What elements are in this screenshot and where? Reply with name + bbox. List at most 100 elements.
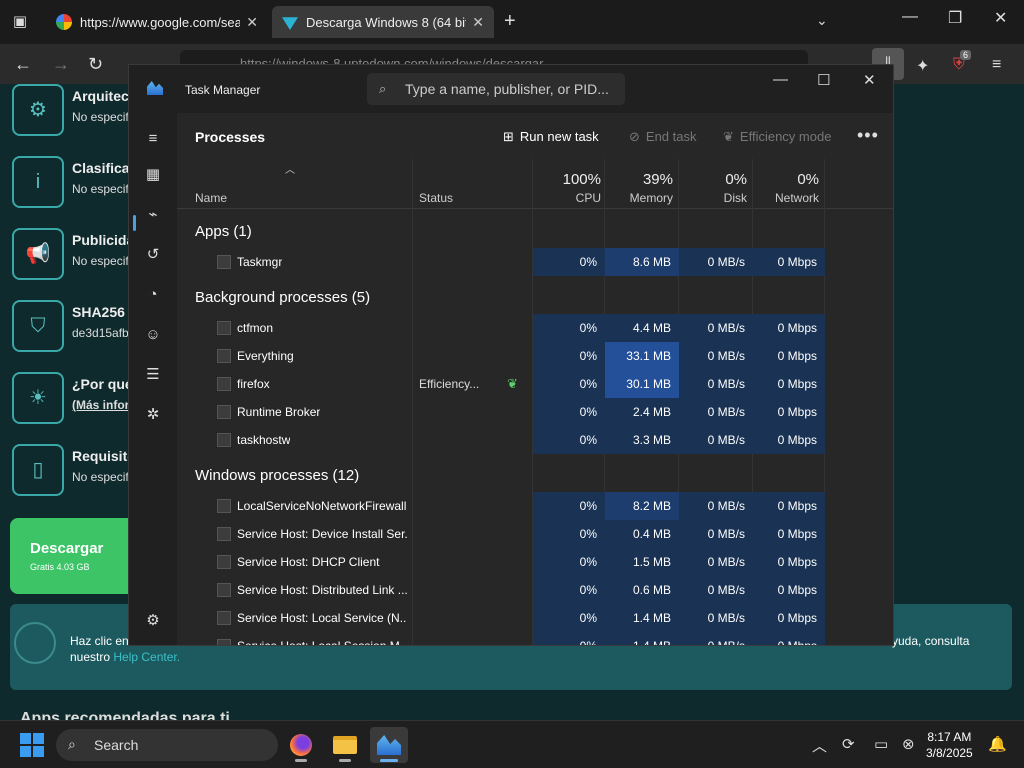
system-clock[interactable]: 8:17 AM 3/8/2025 [926, 729, 973, 761]
table-row[interactable]: Service Host: Local Session M... 0% 1.4 … [177, 632, 893, 646]
group-header[interactable]: Background processes (5) [177, 285, 893, 313]
minimize-icon[interactable]: — [773, 71, 788, 88]
chevron-up-icon[interactable]: ︿ [812, 735, 827, 756]
minimize-icon[interactable]: — [902, 8, 918, 26]
column-cpu[interactable]: CPU [533, 191, 601, 205]
table-row[interactable]: LocalServiceNoNetworkFirewall 0% 8.2 MB … [177, 492, 893, 520]
spec-value: de3d15afb [72, 326, 129, 340]
memory-cell: 0.6 MB [605, 576, 679, 604]
tab-uptodown[interactable]: Descarga Windows 8 (64 bits) 8 ✕ [272, 6, 494, 38]
close-icon[interactable]: ✕ [994, 8, 1007, 28]
table-row[interactable]: Service Host: Local Service (N... 0% 1.4… [177, 604, 893, 632]
details-icon[interactable]: ☰ [141, 363, 165, 387]
table-row[interactable]: taskhostw 0% 3.3 MB 0 MB/s 0 Mbps [177, 426, 893, 454]
spec-value: No especif [72, 182, 129, 196]
table-row[interactable]: Service Host: Distributed Link ... 0% 0.… [177, 576, 893, 604]
group-header[interactable]: Apps (1) [177, 219, 893, 247]
network-cell: 0 Mbps [753, 426, 825, 454]
taskbar-search[interactable]: ⌕ Search [56, 729, 278, 761]
extensions-icon[interactable]: ✦ [916, 56, 929, 76]
uptodown-icon [282, 17, 298, 30]
menu-icon[interactable]: ≡ [992, 56, 1001, 74]
settings-icon[interactable]: ⚙ [141, 609, 165, 633]
maximize-icon[interactable]: ☐ [817, 71, 830, 89]
forward-icon[interactable]: → [52, 54, 70, 75]
table-row[interactable]: ctfmon 0% 4.4 MB 0 MB/s 0 Mbps [177, 314, 893, 342]
tab-close-icon[interactable]: ✕ [246, 14, 258, 31]
task-manager-icon [377, 735, 401, 755]
help-center-link[interactable]: Help Center. [113, 650, 180, 664]
spec-label: ¿Por qué [72, 376, 133, 392]
new-tab-icon[interactable]: + [504, 10, 516, 33]
chevron-down-icon[interactable]: ⌄ [816, 12, 828, 29]
tab-google-search[interactable]: https://www.google.com/search ✕ [46, 6, 268, 38]
hamburger-icon[interactable]: ≡ [141, 127, 165, 151]
cpu-cell: 0% [533, 398, 605, 426]
column-status[interactable]: Status [419, 191, 453, 205]
efficiency-leaf-icon: ❦ [507, 376, 518, 391]
table-row[interactable]: firefox Efficiency... ❦ 0% 30.1 MB 0 MB/… [177, 370, 893, 398]
spec-item: ▯ Requisito No especif [12, 444, 136, 500]
task-manager-titlebar[interactable]: Task Manager ⌕ — ☐ ✕ [129, 65, 893, 113]
efficiency-mode-button[interactable]: ❦ Efficiency mode [723, 129, 831, 145]
tab-manager-icon[interactable]: ▣ [8, 10, 32, 34]
table-row[interactable]: Runtime Broker 0% 2.4 MB 0 MB/s 0 Mbps [177, 398, 893, 426]
process-name: firefox [237, 377, 270, 391]
disk-cell: 0 MB/s [679, 314, 753, 342]
task-manager-taskbar-button[interactable] [370, 727, 408, 763]
table-row[interactable]: Service Host: Device Install Ser... 0% 0… [177, 520, 893, 548]
task-manager-logo-icon [147, 81, 163, 95]
more-info-link[interactable]: (Más infor [72, 398, 129, 412]
tab-close-icon[interactable]: ✕ [472, 14, 484, 31]
column-disk[interactable]: Disk [679, 191, 747, 205]
close-icon[interactable]: ✕ [863, 71, 876, 89]
table-row[interactable]: Everything 0% 33.1 MB 0 MB/s 0 Mbps [177, 342, 893, 370]
volume-muted-icon[interactable]: ⊗ [902, 735, 915, 753]
windows-start-icon[interactable] [20, 733, 44, 757]
column-network[interactable]: Network [753, 191, 819, 205]
disk-cell: 0 MB/s [679, 426, 753, 454]
memory-cell: 33.1 MB [605, 342, 679, 370]
cpu-cell: 0% [533, 342, 605, 370]
group-header[interactable]: Windows processes (12) [177, 463, 893, 491]
column-name[interactable]: Name [195, 191, 227, 205]
restore-icon[interactable]: ❐ [948, 8, 962, 28]
reload-icon[interactable]: ↻ [88, 54, 103, 75]
more-options-icon[interactable]: ••• [857, 125, 879, 146]
services-icon[interactable]: ✲ [141, 403, 165, 427]
sync-icon[interactable]: ⟳ [842, 735, 855, 753]
efficiency-mode-label: Efficiency mode [739, 129, 832, 144]
network-icon[interactable]: ▭ [874, 735, 888, 753]
table-row[interactable]: Service Host: DHCP Client 0% 1.5 MB 0 MB… [177, 548, 893, 576]
users-icon[interactable]: ☺ [141, 323, 165, 347]
network-cell: 0 Mbps [753, 398, 825, 426]
lightbulb-icon: ☀ [12, 372, 64, 424]
processes-icon[interactable]: ▦ [141, 163, 165, 187]
table-row[interactable]: Taskmgr 0% 8.6 MB 0 MB/s 0 Mbps [177, 248, 893, 276]
search-box[interactable]: ⌕ [367, 73, 625, 105]
performance-icon[interactable]: ⌁ [141, 203, 165, 227]
navigation-sidebar: ≡ ▦ ⌁ ↺ ◔ ☺ ☰ ✲ ⚙ [129, 113, 177, 645]
app-history-icon[interactable]: ↺ [141, 243, 165, 267]
column-memory[interactable]: Memory [605, 191, 673, 205]
process-icon [217, 433, 231, 447]
startup-apps-icon[interactable]: ◔ [141, 283, 165, 307]
back-icon[interactable]: ← [14, 54, 32, 75]
firefox-taskbar-button[interactable] [282, 727, 320, 763]
disk-cell: 0 MB/s [679, 492, 753, 520]
end-task-icon: ⊘ [629, 129, 640, 144]
download-button[interactable]: Descargar Gratis 4.03 GB [10, 518, 130, 594]
run-new-task-button[interactable]: ⊞ Run new task [503, 129, 599, 145]
file-explorer-taskbar-button[interactable] [326, 727, 364, 763]
network-cell: 0 Mbps [753, 314, 825, 342]
end-task-button[interactable]: ⊘ End task [629, 129, 697, 145]
running-indicator [339, 759, 351, 762]
clock-date: 3/8/2025 [926, 746, 973, 760]
group-title: Background processes (5) [195, 289, 371, 306]
network-cell: 0 Mbps [753, 548, 825, 576]
notification-bell-icon[interactable]: 🔔 [988, 735, 1007, 753]
search-input[interactable] [405, 79, 615, 99]
download-label: Descargar [30, 540, 104, 557]
process-name: Service Host: Local Session M... [237, 639, 407, 646]
network-cell: 0 Mbps [753, 520, 825, 548]
